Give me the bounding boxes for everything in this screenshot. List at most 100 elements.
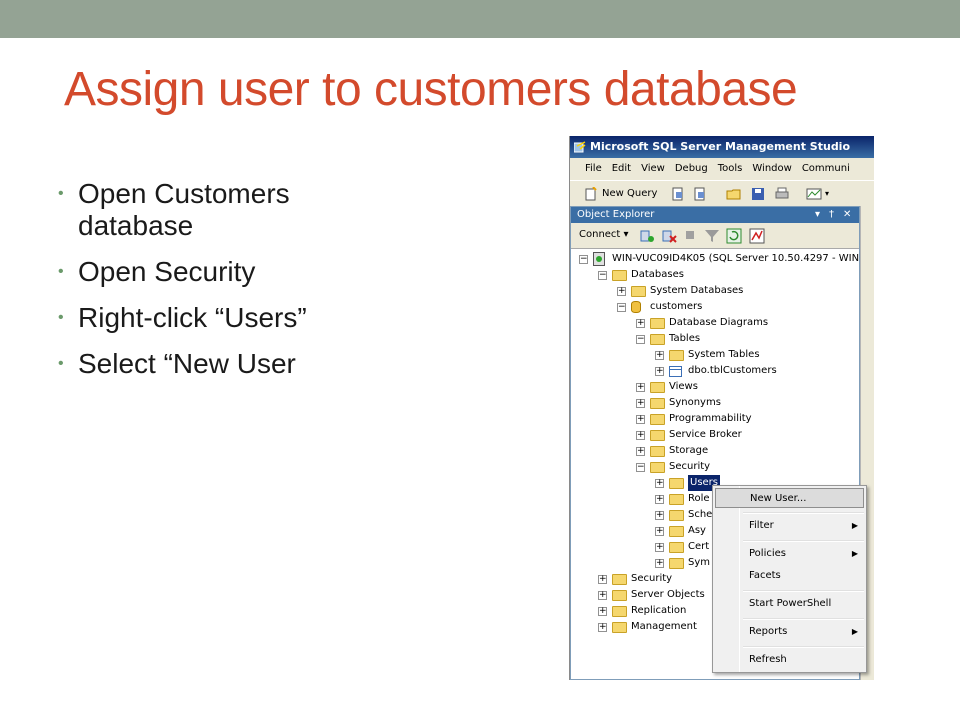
menu-edit[interactable]: Edit xyxy=(607,158,636,180)
menu-view[interactable]: View xyxy=(636,158,670,180)
folder-icon xyxy=(650,446,665,457)
tree-node-label: Sche xyxy=(688,509,713,520)
tree-node-label: Security xyxy=(631,573,673,584)
menu-item-policies[interactable]: Policies ▶ xyxy=(715,544,864,564)
expand-icon[interactable]: + xyxy=(655,543,664,552)
stop-icon[interactable] xyxy=(684,229,696,241)
top-band xyxy=(0,0,960,38)
tree-node[interactable]: + Programmability xyxy=(571,411,859,427)
tree-node[interactable]: − Tables xyxy=(571,331,859,347)
activity-icon[interactable] xyxy=(749,228,765,244)
expand-icon[interactable]: + xyxy=(655,511,664,520)
dropdown-icon[interactable]: ▾ xyxy=(815,207,820,223)
tree-node-label: Storage xyxy=(669,445,709,456)
activity-monitor-icon[interactable] xyxy=(806,186,822,202)
menu-tools[interactable]: Tools xyxy=(713,158,748,180)
folder-icon xyxy=(612,590,627,601)
expand-icon[interactable]: + xyxy=(655,351,664,360)
tree-node[interactable]: + Database Diagrams xyxy=(571,315,859,331)
connect-button[interactable]: Connect ▾ xyxy=(579,229,629,240)
folder-icon xyxy=(650,462,665,473)
menu-community[interactable]: Communi xyxy=(797,158,855,180)
tree-node[interactable]: − Security xyxy=(571,459,859,475)
save-icon[interactable] xyxy=(750,186,766,202)
expand-icon[interactable]: + xyxy=(655,527,664,536)
expand-icon[interactable]: + xyxy=(636,431,645,440)
expand-icon[interactable]: + xyxy=(598,591,607,600)
expand-icon[interactable]: + xyxy=(598,575,607,584)
expand-icon[interactable]: + xyxy=(655,367,664,376)
menu-item-filter[interactable]: Filter ▶ xyxy=(715,516,864,536)
bullet-dot: • xyxy=(58,309,64,326)
collapse-icon[interactable]: − xyxy=(636,335,645,344)
expand-icon[interactable]: + xyxy=(636,319,645,328)
tree-node[interactable]: + Storage xyxy=(571,443,859,459)
toolbar-overflow-icon[interactable]: ▾ xyxy=(825,189,829,205)
expand-icon[interactable]: + xyxy=(636,447,645,456)
collapse-icon[interactable]: − xyxy=(598,271,607,280)
submenu-arrow-icon: ▶ xyxy=(851,521,858,530)
expand-icon[interactable]: + xyxy=(636,383,645,392)
close-icon[interactable]: ✕ xyxy=(843,207,851,223)
folder-icon xyxy=(650,430,665,441)
folder-icon xyxy=(650,398,665,409)
menu-item-label: New User... xyxy=(750,493,807,504)
pin-icon[interactable]: † xyxy=(829,207,834,223)
tree-node[interactable]: + Synonyms xyxy=(571,395,859,411)
bullet-text: Select “New User xyxy=(78,348,296,379)
menu-window[interactable]: Window xyxy=(747,158,796,180)
menu-debug[interactable]: Debug xyxy=(670,158,713,180)
expand-icon[interactable]: + xyxy=(655,495,664,504)
menu-item-new-user[interactable]: New User... xyxy=(715,488,864,508)
table-icon xyxy=(669,366,682,377)
tree-node[interactable]: + Views xyxy=(571,379,859,395)
menu-item-reports[interactable]: Reports ▶ xyxy=(715,622,864,642)
folder-icon xyxy=(612,606,627,617)
folder-icon xyxy=(631,286,646,297)
expand-icon[interactable]: + xyxy=(636,415,645,424)
menu-separator xyxy=(743,512,864,514)
context-menu: New User... Filter ▶ Policies ▶ Facets Start P… xyxy=(712,485,867,673)
tree-node-label: Synonyms xyxy=(669,397,721,408)
expand-icon[interactable]: + xyxy=(617,287,626,296)
tree-node-label: Service Broker xyxy=(669,429,742,440)
new-query-button[interactable]: New Query xyxy=(584,186,664,202)
print-icon[interactable] xyxy=(774,186,790,202)
menu-item-label: Facets xyxy=(749,570,781,581)
folder-icon xyxy=(650,318,665,329)
filter-icon[interactable] xyxy=(704,228,720,244)
open-folder-icon[interactable] xyxy=(726,186,742,202)
tree-node[interactable]: + Service Broker xyxy=(571,427,859,443)
expand-icon[interactable]: + xyxy=(636,399,645,408)
menu-item-start-powershell[interactable]: Start PowerShell xyxy=(715,594,864,614)
tree-node[interactable]: − Databases xyxy=(571,267,859,283)
bullet-item: • Select “New User xyxy=(58,348,358,380)
collapse-icon[interactable]: − xyxy=(579,255,588,264)
folder-icon xyxy=(669,542,684,553)
tree-node[interactable]: + dbo.tblCustomers xyxy=(571,363,859,379)
refresh-icon[interactable] xyxy=(726,228,742,244)
tree-node[interactable]: + System Databases xyxy=(571,283,859,299)
expand-icon[interactable]: + xyxy=(598,607,607,616)
window-titlebar[interactable]: Microsoft SQL Server Management Studio xyxy=(570,136,874,158)
menu-item-refresh[interactable]: Refresh xyxy=(715,650,864,670)
slide-title: Assign user to customers database xyxy=(64,63,798,116)
connect-server-icon[interactable] xyxy=(639,228,655,244)
bullet-dot: • xyxy=(58,355,64,372)
tree-node[interactable]: − customers xyxy=(571,299,859,315)
tree-node[interactable]: − WIN-VUC09ID4K05 (SQL Server 10.50.4297 … xyxy=(571,251,859,267)
disconnect-icon[interactable] xyxy=(661,228,677,244)
tree-node-label: System Tables xyxy=(688,349,760,360)
expand-icon[interactable]: + xyxy=(655,479,664,488)
expand-icon[interactable]: + xyxy=(655,559,664,568)
menu-file[interactable]: File xyxy=(580,158,607,180)
new-file-icon[interactable] xyxy=(670,186,686,202)
expand-icon[interactable]: + xyxy=(598,623,607,632)
collapse-icon[interactable]: − xyxy=(617,303,626,312)
collapse-icon[interactable]: − xyxy=(636,463,645,472)
tree-node[interactable]: + System Tables xyxy=(571,347,859,363)
bullet-item: • Open Customers database xyxy=(58,178,358,242)
tree-node-label: Tables xyxy=(669,333,701,344)
new-project-icon[interactable] xyxy=(692,186,708,202)
menu-item-facets[interactable]: Facets xyxy=(715,566,864,586)
